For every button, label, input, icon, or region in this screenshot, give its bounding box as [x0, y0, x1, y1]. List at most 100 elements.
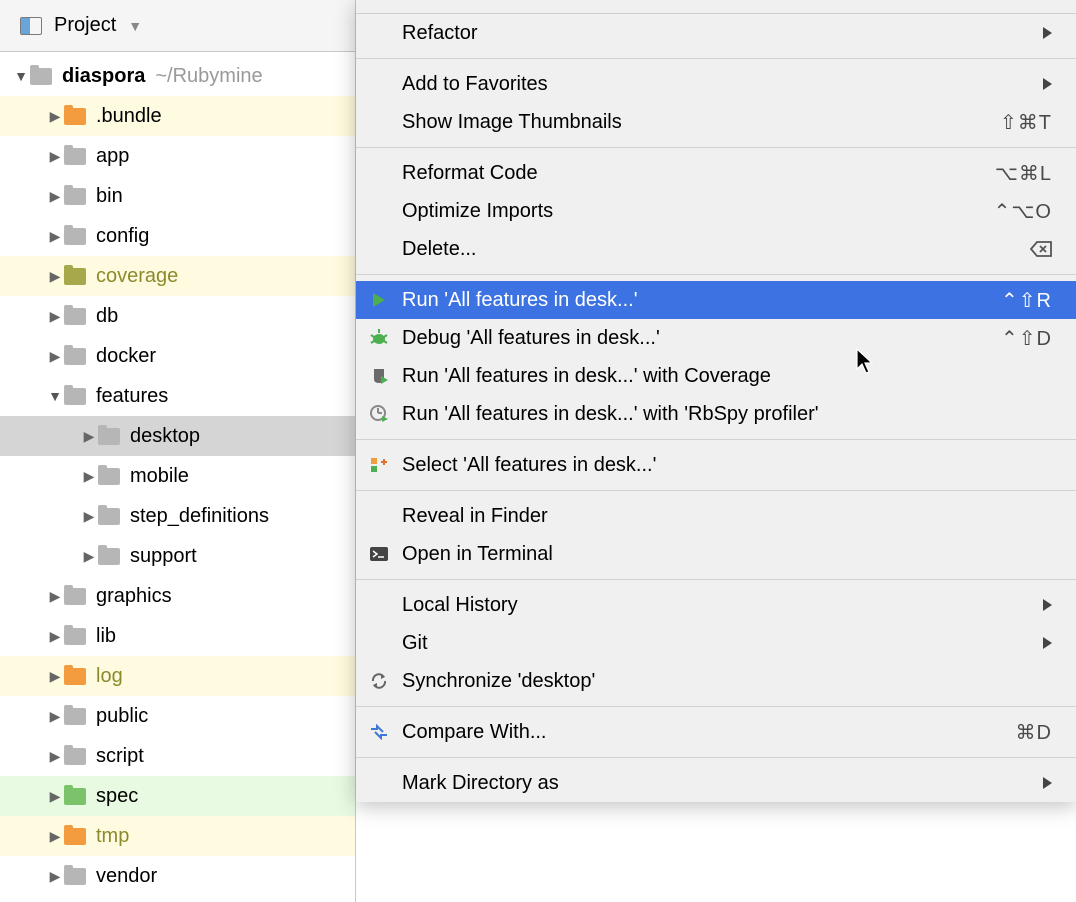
menu-item[interactable]: Add to Favorites — [356, 65, 1076, 103]
menu-item-label: Mark Directory as — [402, 772, 1043, 795]
menu-item[interactable]: Select 'All features in desk...' — [356, 446, 1076, 484]
folder-icon — [64, 348, 86, 365]
tree-item-label: lib — [96, 625, 116, 648]
menu-item[interactable]: Show Image Thumbnails⇧⌘T — [356, 103, 1076, 141]
tree-item[interactable]: ▶ lib — [0, 616, 355, 656]
tree-item[interactable]: ▶script — [0, 736, 355, 776]
menu-item[interactable]: Run 'All features in desk...' with Cover… — [356, 357, 1076, 395]
menu-item[interactable]: Optimize Imports⌃⌥O — [356, 192, 1076, 230]
tree-root[interactable]: ▼ diaspora ~/Rubymine — [0, 56, 355, 96]
menu-item[interactable]: Run 'All features in desk...'⌃⇧R — [356, 281, 1076, 319]
collapse-arrow-icon[interactable]: ▶ — [80, 428, 98, 445]
submenu-arrow-icon — [1043, 27, 1052, 39]
menu-item-label: Reformat Code — [402, 162, 995, 185]
collapse-arrow-icon[interactable]: ▶ — [80, 508, 98, 525]
collapse-arrow-icon[interactable]: ▶ — [80, 548, 98, 565]
tree-item-label: db — [96, 305, 118, 328]
menu-separator — [356, 706, 1076, 707]
tree-root-path: ~/Rubymine — [155, 65, 262, 88]
tree-item[interactable]: ▶ log — [0, 656, 355, 696]
collapse-arrow-icon[interactable]: ▶ — [46, 708, 64, 725]
project-view-icon — [20, 17, 42, 35]
menu-item[interactable]: Reveal in Finder — [356, 497, 1076, 535]
collapse-arrow-icon[interactable]: ▶ — [46, 868, 64, 885]
collapse-arrow-icon[interactable]: ▶ — [46, 628, 64, 645]
tree-item-label: step_definitions — [130, 505, 269, 528]
tree-item-label: app — [96, 145, 129, 168]
collapse-arrow-icon[interactable]: ▶ — [46, 228, 64, 245]
tree-item[interactable]: ▶bin — [0, 176, 355, 216]
tree-item[interactable]: ▶mobile — [0, 456, 355, 496]
menu-item[interactable]: Debug 'All features in desk...'⌃⇧D — [356, 319, 1076, 357]
tree-item[interactable]: ▶ db — [0, 296, 355, 336]
tree-item-label: .bundle — [96, 105, 162, 128]
folder-icon — [64, 228, 86, 245]
collapse-arrow-icon[interactable]: ▶ — [46, 108, 64, 125]
project-panel-header[interactable]: Project ▼ — [0, 0, 355, 52]
tree-item[interactable]: ▶support — [0, 536, 355, 576]
menu-item[interactable]: Refactor — [356, 14, 1076, 52]
folder-icon — [64, 388, 86, 405]
collapse-arrow-icon[interactable]: ▶ — [46, 828, 64, 845]
expand-arrow-icon[interactable]: ▼ — [12, 68, 30, 84]
tree-item[interactable]: ▶coverage — [0, 256, 355, 296]
project-panel-title: Project — [54, 14, 116, 37]
submenu-arrow-icon — [1043, 777, 1052, 789]
tree-item-label: vendor — [96, 865, 157, 888]
submenu-arrow-icon — [1043, 78, 1052, 90]
menu-item-shortcut: ⌃⇧R — [1001, 288, 1052, 313]
collapse-arrow-icon[interactable]: ▶ — [46, 588, 64, 605]
menu-item-label: Add to Favorites — [402, 73, 1043, 96]
menu-item[interactable]: Run 'All features in desk...' with 'RbSp… — [356, 395, 1076, 433]
tree-item[interactable]: ▶public — [0, 696, 355, 736]
tree-item[interactable]: ▶ desktop — [0, 416, 355, 456]
tree-item[interactable]: ▼features — [0, 376, 355, 416]
tree-item[interactable]: ▶ step_definitions — [0, 496, 355, 536]
menu-top-edge — [356, 0, 1076, 14]
tree-item[interactable]: ▶config — [0, 216, 355, 256]
menu-item[interactable]: Delete... — [356, 230, 1076, 268]
folder-icon — [98, 508, 120, 525]
menu-item[interactable]: Synchronize 'desktop' — [356, 662, 1076, 700]
tree-item[interactable]: ▶ graphics — [0, 576, 355, 616]
collapse-arrow-icon[interactable]: ▶ — [80, 468, 98, 485]
menu-item-label: Delete... — [402, 238, 1030, 261]
menu-separator — [356, 439, 1076, 440]
menu-item-label: Synchronize 'desktop' — [402, 670, 1052, 693]
tree-item-label: desktop — [130, 425, 200, 448]
collapse-arrow-icon[interactable]: ▶ — [46, 348, 64, 365]
menu-item[interactable]: Local History — [356, 586, 1076, 624]
menu-item[interactable]: Compare With...⌘D — [356, 713, 1076, 751]
collapse-arrow-icon[interactable]: ▶ — [46, 188, 64, 205]
folder-icon — [64, 628, 86, 645]
tree-item[interactable]: ▶docker — [0, 336, 355, 376]
collapse-arrow-icon[interactable]: ▶ — [46, 268, 64, 285]
menu-item-label: Run 'All features in desk...' with 'RbSp… — [402, 403, 1052, 426]
chevron-down-icon[interactable]: ▼ — [128, 18, 142, 34]
select-icon — [356, 456, 402, 474]
tree-item[interactable]: ▶ app — [0, 136, 355, 176]
expand-arrow-icon[interactable]: ▼ — [46, 388, 64, 404]
menu-item[interactable]: Reformat Code⌥⌘L — [356, 154, 1076, 192]
collapse-arrow-icon[interactable]: ▶ — [46, 788, 64, 805]
tree-item[interactable]: ▶spec — [0, 776, 355, 816]
menu-item[interactable]: Mark Directory as — [356, 764, 1076, 802]
collapse-arrow-icon[interactable]: ▶ — [46, 668, 64, 685]
folder-icon — [64, 308, 86, 325]
folder-icon — [64, 268, 86, 285]
tree-item[interactable]: ▶tmp — [0, 816, 355, 856]
menu-item-label: Git — [402, 632, 1043, 655]
tree-item-label: log — [96, 665, 123, 688]
tree-item[interactable]: ▶ .bundle — [0, 96, 355, 136]
collapse-arrow-icon[interactable]: ▶ — [46, 148, 64, 165]
tree-item[interactable]: ▶ vendor — [0, 856, 355, 896]
collapse-arrow-icon[interactable]: ▶ — [46, 748, 64, 765]
menu-item-label: Optimize Imports — [402, 200, 994, 223]
menu-item-shortcut: ⌥⌘L — [995, 161, 1052, 186]
menu-item-label: Refactor — [402, 22, 1043, 45]
menu-item[interactable]: Git — [356, 624, 1076, 662]
tree-item-label: graphics — [96, 585, 172, 608]
menu-item[interactable]: Open in Terminal — [356, 535, 1076, 573]
collapse-arrow-icon[interactable]: ▶ — [46, 308, 64, 325]
menu-item-label: Local History — [402, 594, 1043, 617]
